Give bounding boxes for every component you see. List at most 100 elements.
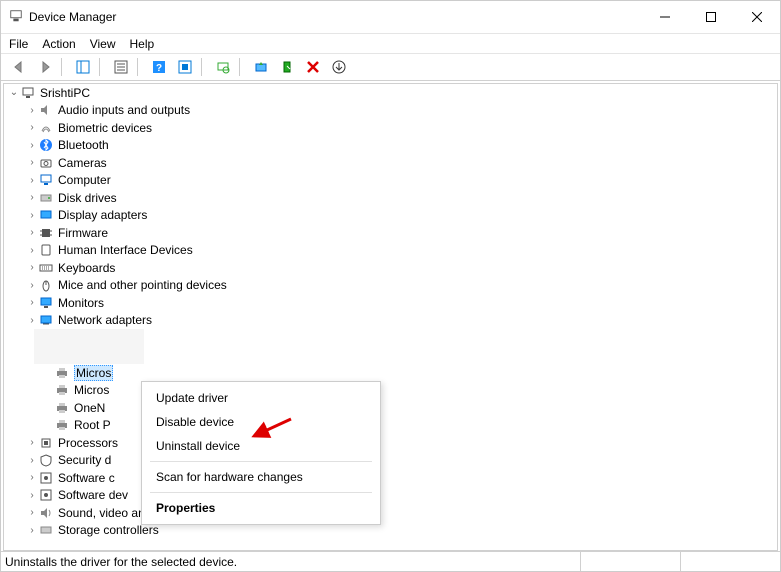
redacted-block — [34, 329, 144, 364]
tree-item[interactable]: › Processors — [4, 434, 777, 452]
expand-icon[interactable]: › — [26, 105, 38, 116]
ctx-properties[interactable]: Properties — [142, 496, 380, 520]
tree-item[interactable]: › Bluetooth — [4, 137, 777, 155]
enable-device-icon[interactable] — [275, 56, 299, 78]
tree-item[interactable]: › Network adapters — [4, 312, 777, 330]
status-seg — [680, 552, 780, 571]
tree-item[interactable]: ›Human Interface Devices — [4, 242, 777, 260]
tree-item[interactable]: › Monitors — [4, 294, 777, 312]
tree-item[interactable]: ›Firmware — [4, 224, 777, 242]
ctx-update-driver[interactable]: Update driver — [142, 386, 380, 410]
tree-item[interactable]: › Mice and other pointing devices — [4, 277, 777, 295]
tree-item[interactable]: ›Keyboards — [4, 259, 777, 277]
sound-icon — [38, 505, 54, 521]
cat-label: Computer — [58, 173, 111, 187]
processor-icon — [38, 435, 54, 451]
tb-sep — [99, 58, 105, 76]
leaf-label: OneN — [74, 401, 105, 415]
mouse-icon — [38, 277, 54, 293]
tree-item[interactable]: › Security d — [4, 452, 777, 470]
device-tree[interactable]: ⌄ SrishtiPC ›Audio inputs and outputs ›B… — [3, 83, 778, 551]
tree-item[interactable]: › Audio inputs and outputs — [4, 102, 777, 120]
software-icon — [38, 487, 54, 503]
tree-item[interactable]: › Display adapters — [4, 207, 777, 225]
cat-label: Security d — [58, 453, 111, 467]
down-arrow-icon[interactable] — [327, 56, 351, 78]
help-button[interactable]: ? — [147, 56, 171, 78]
expand-icon[interactable]: › — [26, 192, 38, 203]
tree-item-selected[interactable]: Micros — [4, 364, 777, 382]
cat-label: Mice and other pointing devices — [58, 278, 227, 292]
expand-icon[interactable]: › — [26, 175, 38, 186]
ctx-disable-device[interactable]: Disable device — [142, 410, 380, 434]
expand-icon[interactable]: › — [26, 437, 38, 448]
maximize-button[interactable] — [688, 1, 734, 33]
tree-item[interactable]: ›Cameras — [4, 154, 777, 172]
bluetooth-icon — [38, 137, 54, 153]
pc-icon — [38, 172, 54, 188]
properties-button[interactable] — [109, 56, 133, 78]
cat-label: Monitors — [58, 296, 104, 310]
expand-icon[interactable]: › — [26, 157, 38, 168]
tree-item[interactable]: Micros — [4, 382, 777, 400]
cat-label: Audio inputs and outputs — [58, 103, 190, 117]
show-hide-tree-button[interactable] — [71, 56, 95, 78]
menu-help[interactable]: Help — [130, 37, 155, 51]
status-text: Uninstalls the driver for the selected d… — [5, 555, 580, 569]
printer-icon — [54, 365, 70, 381]
tb-sep — [239, 58, 245, 76]
keyboard-icon — [38, 260, 54, 276]
menu-file[interactable]: File — [9, 37, 28, 51]
collapse-icon[interactable]: ⌄ — [8, 87, 20, 98]
tree-root[interactable]: ⌄ SrishtiPC — [4, 84, 777, 102]
expand-icon[interactable]: › — [26, 455, 38, 466]
tree-item[interactable]: OneN — [4, 399, 777, 417]
close-button[interactable] — [734, 1, 780, 33]
tree-item[interactable]: ›Sound, video and game controllers — [4, 504, 777, 522]
menu-view[interactable]: View — [90, 37, 116, 51]
speaker-icon — [38, 102, 54, 118]
tree-item[interactable]: ›Software c — [4, 469, 777, 487]
expand-icon[interactable]: › — [26, 507, 38, 518]
expand-icon[interactable]: › — [26, 262, 38, 273]
expand-icon[interactable]: › — [26, 315, 38, 326]
tree-item[interactable]: ›Software dev — [4, 487, 777, 505]
tree-item[interactable]: Root P — [4, 417, 777, 435]
back-button[interactable] — [7, 56, 31, 78]
device-manager-icon — [9, 9, 29, 26]
tree-item[interactable]: ›Biometric devices — [4, 119, 777, 137]
expand-icon[interactable]: › — [26, 525, 38, 536]
action-icon[interactable] — [173, 56, 197, 78]
expand-icon[interactable]: › — [26, 490, 38, 501]
menu-action[interactable]: Action — [42, 37, 75, 51]
security-icon — [38, 452, 54, 468]
tree-item[interactable]: ›Storage controllers — [4, 522, 777, 540]
cat-label: Network adapters — [58, 313, 152, 327]
ctx-uninstall-device[interactable]: Uninstall device — [142, 434, 380, 458]
display-adapter-icon — [38, 207, 54, 223]
expand-icon[interactable]: › — [26, 140, 38, 151]
expand-icon[interactable]: › — [26, 245, 38, 256]
computer-icon — [20, 85, 36, 101]
minimize-button[interactable] — [642, 1, 688, 33]
ctx-scan[interactable]: Scan for hardware changes — [142, 465, 380, 489]
expand-icon[interactable]: › — [26, 122, 38, 133]
ctx-separator — [150, 461, 372, 462]
expand-icon[interactable]: › — [26, 280, 38, 291]
update-driver-icon[interactable] — [249, 56, 273, 78]
expand-icon[interactable]: › — [26, 472, 38, 483]
expand-icon[interactable]: › — [26, 210, 38, 221]
forward-button[interactable] — [33, 56, 57, 78]
cat-label: Bluetooth — [58, 138, 109, 152]
tb-sep — [61, 58, 67, 76]
uninstall-device-icon[interactable] — [301, 56, 325, 78]
cat-label: Processors — [58, 436, 118, 450]
tree-item[interactable]: › Computer — [4, 172, 777, 190]
cat-label: Display adapters — [58, 208, 147, 222]
scan-button[interactable] — [211, 56, 235, 78]
window-buttons — [642, 1, 780, 33]
firmware-icon — [38, 225, 54, 241]
tree-item[interactable]: ›Disk drives — [4, 189, 777, 207]
expand-icon[interactable]: › — [26, 227, 38, 238]
expand-icon[interactable]: › — [26, 297, 38, 308]
